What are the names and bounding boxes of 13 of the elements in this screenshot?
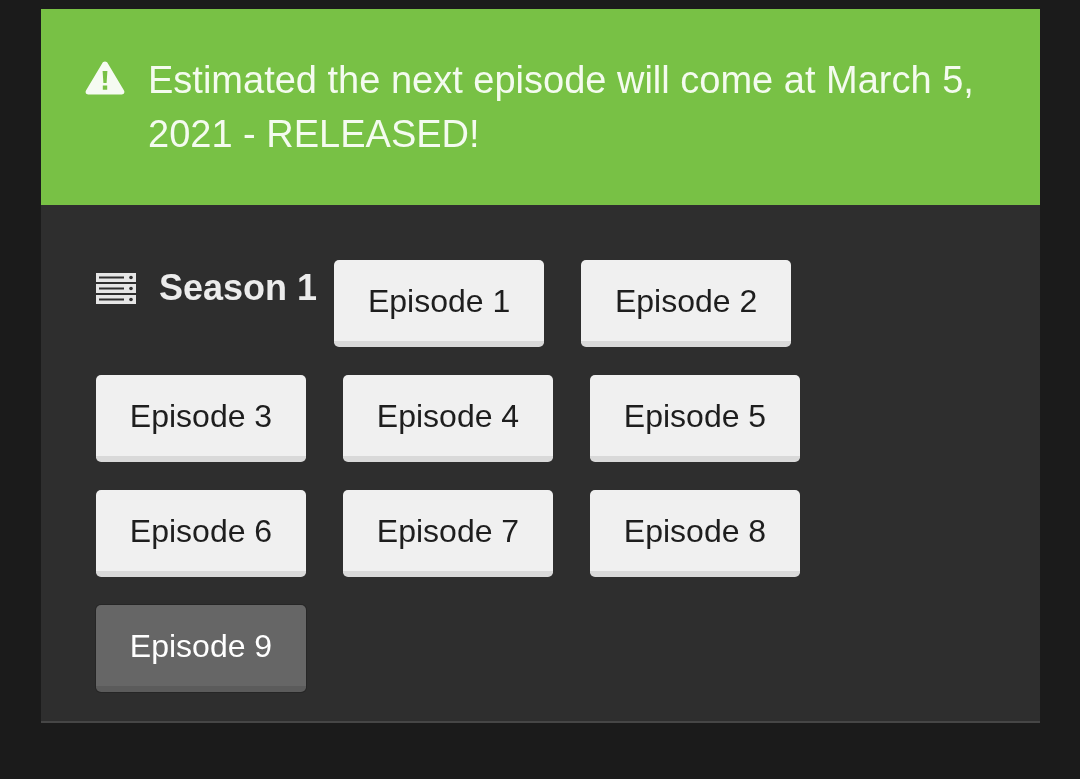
server-stack-icon <box>96 272 136 304</box>
episode-button[interactable]: Episode 4 <box>343 375 553 462</box>
episode-button[interactable]: Episode 2 <box>581 260 792 347</box>
episode-button[interactable]: Episode 6 <box>96 490 306 577</box>
episode-button[interactable]: Episode 8 <box>590 490 800 577</box>
episode-button[interactable]: Episode 3 <box>96 375 306 462</box>
episode-button[interactable]: Episode 5 <box>590 375 800 462</box>
alert-message: Estimated the next episode will come at March 5, 2021 - RELEASED! <box>148 58 975 157</box>
episode-button[interactable]: Episode 9 <box>96 605 306 692</box>
episode-button[interactable]: Episode 7 <box>343 490 553 577</box>
season-title: Season 1 <box>159 270 318 306</box>
episode-button[interactable]: Episode 1 <box>334 260 545 347</box>
warning-icon <box>85 60 125 95</box>
